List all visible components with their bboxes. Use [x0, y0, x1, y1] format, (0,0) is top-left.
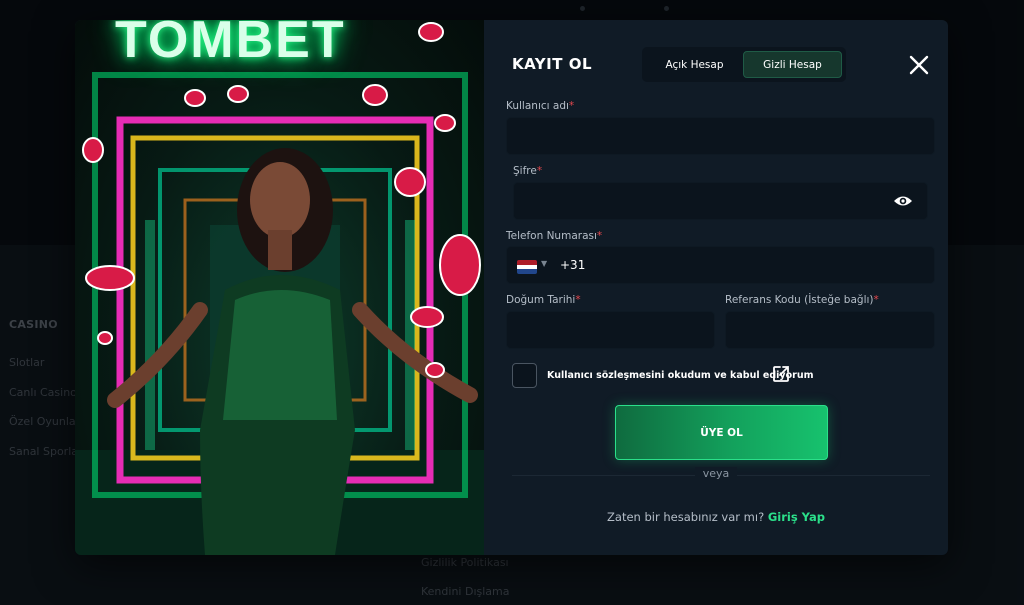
login-prompt: Zaten bir hesabınız var mı? Giriş Yap	[607, 510, 825, 524]
eye-icon[interactable]	[893, 194, 913, 208]
agreement-checkbox[interactable]	[512, 363, 537, 388]
register-modal: TOMBET KAYIT OL Açık Hesap Gizli Hesap K…	[75, 20, 948, 555]
tab-hidden-account[interactable]: Gizli Hesap	[743, 51, 842, 78]
or-separator: veya	[484, 467, 948, 480]
phone-input[interactable]: ▼ +31	[506, 246, 935, 284]
phone-country-code: +31	[560, 258, 586, 272]
password-input[interactable]	[513, 182, 928, 220]
birthdate-input[interactable]	[506, 311, 715, 349]
username-input[interactable]	[506, 117, 935, 155]
promo-image: TOMBET	[75, 20, 484, 555]
birthdate-label: Doğum Tarihi*	[506, 294, 581, 306]
username-label: Kullanıcı adı*	[506, 100, 575, 112]
referral-code-input[interactable]	[725, 311, 935, 349]
phone-label: Telefon Numarası*	[506, 230, 603, 242]
modal-title: KAYIT OL	[512, 55, 593, 73]
password-label: Şifre*	[513, 165, 543, 177]
register-submit-button[interactable]: ÜYE OL	[615, 405, 828, 460]
promo-brand-sign: TOMBET	[115, 20, 346, 69]
country-chevron-down-icon[interactable]: ▼	[541, 259, 547, 268]
tab-open-account[interactable]: Açık Hesap	[646, 51, 743, 78]
login-link[interactable]: Giriş Yap	[768, 510, 825, 524]
close-icon[interactable]	[908, 54, 930, 76]
netherlands-flag-icon[interactable]	[517, 260, 537, 274]
promo-illustration	[75, 22, 484, 555]
account-type-toggle: Açık Hesap Gizli Hesap	[642, 47, 846, 82]
referral-label: Referans Kodu (İsteğe bağlı)*	[725, 294, 879, 306]
register-form: KAYIT OL Açık Hesap Gizli Hesap Kullanıc…	[484, 20, 948, 555]
external-link-icon[interactable]	[771, 364, 791, 384]
